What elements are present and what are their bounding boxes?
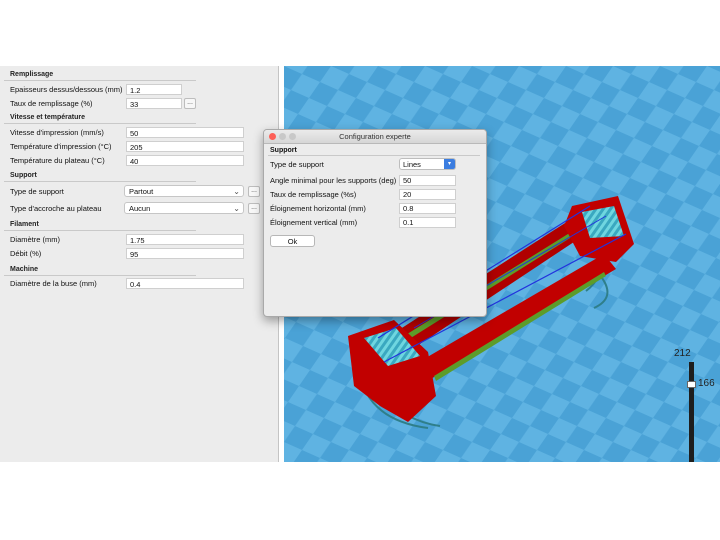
label-buse: Diamètre de la buse (mm) xyxy=(10,279,97,288)
layer-slider-handle[interactable] xyxy=(687,381,696,388)
layer-max-label: 212 xyxy=(674,348,691,359)
section-title-filament: Filament xyxy=(10,221,39,228)
accroche-value: Aucun xyxy=(129,204,151,213)
chevron-down-icon: ⌄ xyxy=(233,187,240,196)
layer-slider-track[interactable] xyxy=(689,362,694,462)
label-type-support: Type de support xyxy=(10,187,64,196)
dialog-label-type: Type de support xyxy=(270,160,324,169)
accroche-select[interactable]: Aucun ⌄ xyxy=(124,202,244,214)
close-icon[interactable] xyxy=(269,133,276,140)
label-taux-remplissage: Taux de remplissage (%) xyxy=(10,99,93,108)
accroche-more-button[interactable]: ... xyxy=(248,203,260,214)
section-title-vitesse: Vitesse et température xyxy=(10,114,85,121)
app-window: Remplissage Epaisseurs dessus/dessous (m… xyxy=(0,66,720,462)
ok-button[interactable]: Ok xyxy=(270,235,315,247)
chevron-down-icon: ⌄ xyxy=(233,204,240,213)
section-divider xyxy=(4,275,196,276)
section-divider xyxy=(4,123,196,124)
minimize-icon[interactable] xyxy=(279,133,286,140)
label-vitesse: Vitesse d'impression (mm/s) xyxy=(10,128,104,137)
remplissage-more-button[interactable]: ... xyxy=(184,98,196,109)
type-support-value: Partout xyxy=(129,187,154,196)
dialog-taux-input[interactable]: 20 xyxy=(399,189,456,200)
section-title-machine: Machine xyxy=(10,266,39,273)
expert-config-dialog: Configuration experte Support Type de su… xyxy=(263,129,487,317)
dialog-label-angle: Angle minimal pour les supports (deg) xyxy=(270,176,397,185)
epaisseur-input[interactable]: 1.2 xyxy=(126,84,182,95)
dialog-label-taux: Taux de remplissage (%s) xyxy=(270,190,357,199)
label-temp-impression: Température d'impression (°C) xyxy=(10,142,112,151)
chevron-down-icon: ▾ xyxy=(444,159,455,169)
dialog-type-select[interactable]: Lines ▾ xyxy=(399,158,456,170)
label-diametre: Diamètre (mm) xyxy=(10,235,60,244)
label-temp-plateau: Température du plateau (°C) xyxy=(10,156,105,165)
temp-plateau-input[interactable]: 40 xyxy=(126,155,244,166)
dialog-horizontal-input[interactable]: 0.8 xyxy=(399,203,456,214)
layer-current-label: 166 xyxy=(698,378,715,389)
section-divider xyxy=(4,80,196,81)
dialog-section-title: Support xyxy=(270,147,297,154)
type-support-select[interactable]: Partout ⌄ xyxy=(124,185,244,197)
section-divider xyxy=(4,181,196,182)
vitesse-input[interactable]: 50 xyxy=(126,127,244,138)
diametre-input[interactable]: 1.75 xyxy=(126,234,244,245)
taux-remplissage-input[interactable]: 33 xyxy=(126,98,182,109)
settings-panel: Remplissage Epaisseurs dessus/dessous (m… xyxy=(0,66,279,462)
dialog-divider xyxy=(268,155,480,156)
dialog-label-horizontal: Éloignement horizontal (mm) xyxy=(270,204,366,213)
debit-input[interactable]: 95 xyxy=(126,248,244,259)
label-accroche: Type d'accroche au plateau xyxy=(10,204,102,213)
dialog-type-value: Lines xyxy=(403,160,421,169)
dialog-titlebar: Configuration experte xyxy=(264,130,486,144)
dialog-vertical-input[interactable]: 0.1 xyxy=(399,217,456,228)
section-title-remplissage: Remplissage xyxy=(10,71,54,78)
section-divider xyxy=(4,230,196,231)
dialog-title: Configuration experte xyxy=(339,132,411,141)
zoom-icon[interactable] xyxy=(289,133,296,140)
dialog-label-vertical: Éloignement vertical (mm) xyxy=(270,218,358,227)
temp-impression-input[interactable]: 205 xyxy=(126,141,244,152)
support-more-button[interactable]: ... xyxy=(248,186,260,197)
buse-input[interactable]: 0.4 xyxy=(126,278,244,289)
label-epaisseur: Epaisseurs dessus/dessous (mm) xyxy=(10,85,123,94)
dialog-angle-input[interactable]: 50 xyxy=(399,175,456,186)
section-title-support: Support xyxy=(10,172,37,179)
label-debit: Débit (%) xyxy=(10,249,42,258)
